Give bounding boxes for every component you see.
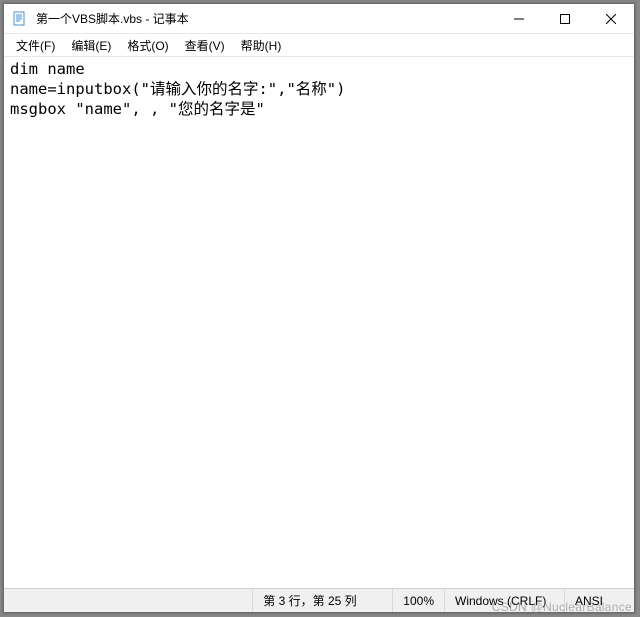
menu-format[interactable]: 格式(O)	[119, 35, 176, 56]
text-editor[interactable]: dim name name=inputbox("请输入你的名字:","名称") …	[4, 56, 634, 588]
menubar: 文件(F) 编辑(E) 格式(O) 查看(V) 帮助(H)	[4, 34, 634, 56]
status-cursor-position: 第 3 行，第 25 列	[252, 589, 392, 612]
menu-view[interactable]: 查看(V)	[177, 35, 233, 56]
status-zoom[interactable]: 100%	[392, 589, 444, 612]
maximize-button[interactable]	[542, 4, 588, 33]
notepad-window: 第一个VBS脚本.vbs - 记事本 文件(F) 编辑(E) 格式(O) 查看(…	[3, 3, 635, 613]
status-spacer	[4, 589, 252, 612]
window-controls	[496, 4, 634, 33]
titlebar[interactable]: 第一个VBS脚本.vbs - 记事本	[4, 4, 634, 34]
window-title: 第一个VBS脚本.vbs - 记事本	[34, 10, 496, 27]
menu-help[interactable]: 帮助(H)	[233, 35, 290, 56]
app-icon	[12, 11, 28, 27]
close-button[interactable]	[588, 4, 634, 33]
menu-file[interactable]: 文件(F)	[8, 35, 63, 56]
minimize-button[interactable]	[496, 4, 542, 33]
status-line-ending: Windows (CRLF)	[444, 589, 564, 612]
statusbar: 第 3 行，第 25 列 100% Windows (CRLF) ANSI	[4, 588, 634, 612]
status-encoding: ANSI	[564, 589, 634, 612]
menu-edit[interactable]: 编辑(E)	[63, 35, 119, 56]
